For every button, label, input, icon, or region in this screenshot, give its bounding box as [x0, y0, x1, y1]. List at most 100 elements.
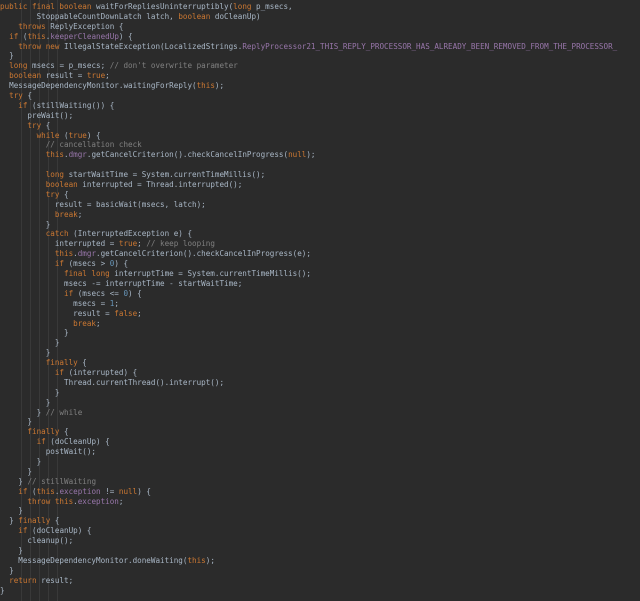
code-token: this: [187, 555, 206, 565]
code-line[interactable]: }: [0, 220, 640, 230]
code-token: currentTimeMillis();: [173, 170, 266, 180]
code-line[interactable]: }: [0, 506, 640, 516]
code-line[interactable]: if (stillWaiting()) {: [0, 101, 640, 111]
code-token: }: [0, 565, 14, 575]
code-line[interactable]: msecs = 1;: [0, 299, 640, 309]
code-token: // cancellation check: [0, 140, 142, 150]
code-token: // keep looping: [146, 239, 215, 249]
code-token: .getCancelCriterion().checkCancelInProgr…: [96, 249, 311, 259]
code-line[interactable]: }: [0, 546, 640, 556]
code-line[interactable]: try {: [0, 91, 640, 101]
code-token: );: [214, 81, 225, 91]
code-token: .getCancelCriterion().checkCancelInProgr…: [86, 150, 289, 160]
code-line[interactable]: }: [0, 586, 640, 596]
code-token: }: [0, 506, 23, 516]
code-line[interactable]: msecs -= interruptTime - startWaitTime;: [0, 279, 640, 289]
code-line[interactable]: StoppableCountDownLatch latch, boolean d…: [0, 12, 640, 22]
code-token: {: [64, 427, 69, 437]
code-token: }: [0, 51, 14, 61]
code-line[interactable]: } finally {: [0, 516, 640, 526]
code-line[interactable]: break;: [0, 210, 640, 220]
code-token: long: [0, 170, 69, 180]
code-line[interactable]: }: [0, 467, 640, 477]
code-line[interactable]: cleanup();: [0, 536, 640, 546]
code-token: long: [233, 2, 257, 11]
code-token: }: [0, 407, 46, 417]
code-line[interactable]: }: [0, 348, 640, 358]
code-line[interactable]: result = false;: [0, 309, 640, 319]
code-line[interactable]: finally {: [0, 358, 640, 368]
code-token: MessageDependencyMonitor.: [0, 555, 133, 565]
code-token: (stillWaiting()) {: [32, 100, 115, 110]
code-line[interactable]: try {: [0, 121, 640, 131]
code-line[interactable]: Thread.currentThread().interrupt();: [0, 378, 640, 388]
code-line[interactable]: try {: [0, 190, 640, 200]
code-token: waitingForReply(: [123, 81, 197, 91]
code-token: // while: [45, 407, 83, 417]
code-line[interactable]: }: [0, 457, 640, 467]
code-token: ReplyException {: [50, 21, 124, 31]
code-token: {: [45, 120, 51, 130]
code-line[interactable]: if (doCleanUp) {: [0, 526, 640, 536]
code-line[interactable]: boolean result = true;: [0, 71, 640, 81]
code-line[interactable]: }: [0, 328, 640, 338]
code-line[interactable]: } // while: [0, 408, 640, 418]
code-line[interactable]: this.dmgr.getCancelCriterion().checkCanc…: [0, 249, 640, 259]
code-token: );: [205, 555, 215, 565]
code-line[interactable]: boolean interrupted = Thread.interrupted…: [0, 180, 640, 190]
code-line[interactable]: throw new IllegalStateException(Localize…: [0, 42, 640, 52]
code-line[interactable]: }: [0, 388, 640, 398]
code-line[interactable]: break;: [0, 319, 640, 329]
code-line[interactable]: if (interrupted) {: [0, 368, 640, 378]
code-line[interactable]: postWait();: [0, 447, 640, 457]
code-line[interactable]: }: [0, 566, 640, 576]
code-token: break: [0, 318, 97, 328]
code-token: doneWaiting(: [132, 555, 188, 565]
code-line[interactable]: if (this.keeperCleanedUp) {: [0, 32, 640, 42]
code-line[interactable]: MessageDependencyMonitor.waitingForReply…: [0, 81, 640, 91]
code-line[interactable]: return result;: [0, 576, 640, 586]
code-line[interactable]: [0, 160, 640, 170]
code-line[interactable]: if (doCleanUp) {: [0, 437, 640, 447]
code-token: ) {: [86, 130, 101, 140]
code-line[interactable]: long startWaitTime = System.currentTimeM…: [0, 170, 640, 180]
code-token: ) {: [137, 486, 151, 496]
code-line[interactable]: // cancellation check: [0, 140, 640, 150]
code-line[interactable]: long msecs = p_msecs; // don't overwrite…: [0, 61, 640, 71]
code-token: postWait();: [0, 447, 97, 457]
code-line[interactable]: MessageDependencyMonitor.doneWaiting(thi…: [0, 556, 640, 566]
code-line[interactable]: throw this.exception;: [0, 497, 640, 507]
code-token: this: [0, 249, 74, 259]
code-line[interactable]: throws ReplyException {: [0, 22, 640, 32]
code-line[interactable]: interrupted = true; // keep looping: [0, 239, 640, 249]
code-token: }: [0, 387, 60, 397]
code-token: return: [0, 575, 42, 585]
code-token: }: [0, 516, 19, 526]
code-line[interactable]: this.dmgr.getCancelCriterion().checkCanc…: [0, 150, 640, 160]
code-token: true: [68, 130, 87, 140]
code-editor[interactable]: public final boolean waitForRepliesUnint…: [0, 0, 640, 601]
code-line[interactable]: catch (InterruptedException e) {: [0, 229, 640, 239]
code-line[interactable]: public final boolean waitForRepliesUnint…: [0, 2, 640, 12]
code-line[interactable]: }: [0, 417, 640, 427]
code-line[interactable]: if (this.exception != null) {: [0, 487, 640, 497]
code-line[interactable]: if (msecs > 0) {: [0, 259, 640, 269]
code-token: keeperCleanedUp: [50, 31, 119, 41]
code-line[interactable]: result = basicWait(msecs, latch);: [0, 200, 640, 210]
code-line[interactable]: final long interruptTime = System.curren…: [0, 269, 640, 279]
code-line[interactable]: while (true) {: [0, 131, 640, 141]
code-token: (InterruptedException e) {: [73, 229, 193, 239]
code-token: currentThread().interrupt();: [96, 377, 225, 387]
code-line[interactable]: preWait();: [0, 111, 640, 121]
code-line[interactable]: }: [0, 338, 640, 348]
code-line[interactable]: }: [0, 51, 640, 61]
code-line[interactable]: if (msecs <= 0) {: [0, 289, 640, 299]
code-token: !=: [105, 486, 119, 496]
code-token: ;: [114, 298, 119, 308]
code-token: if: [0, 259, 69, 269]
code-line[interactable]: finally {: [0, 427, 640, 437]
code-token: throw new: [0, 41, 65, 51]
code-line[interactable]: } // stillWaiting: [0, 477, 640, 487]
code-lines[interactable]: public final boolean waitForRepliesUnint…: [0, 2, 640, 595]
code-line[interactable]: }: [0, 398, 640, 408]
